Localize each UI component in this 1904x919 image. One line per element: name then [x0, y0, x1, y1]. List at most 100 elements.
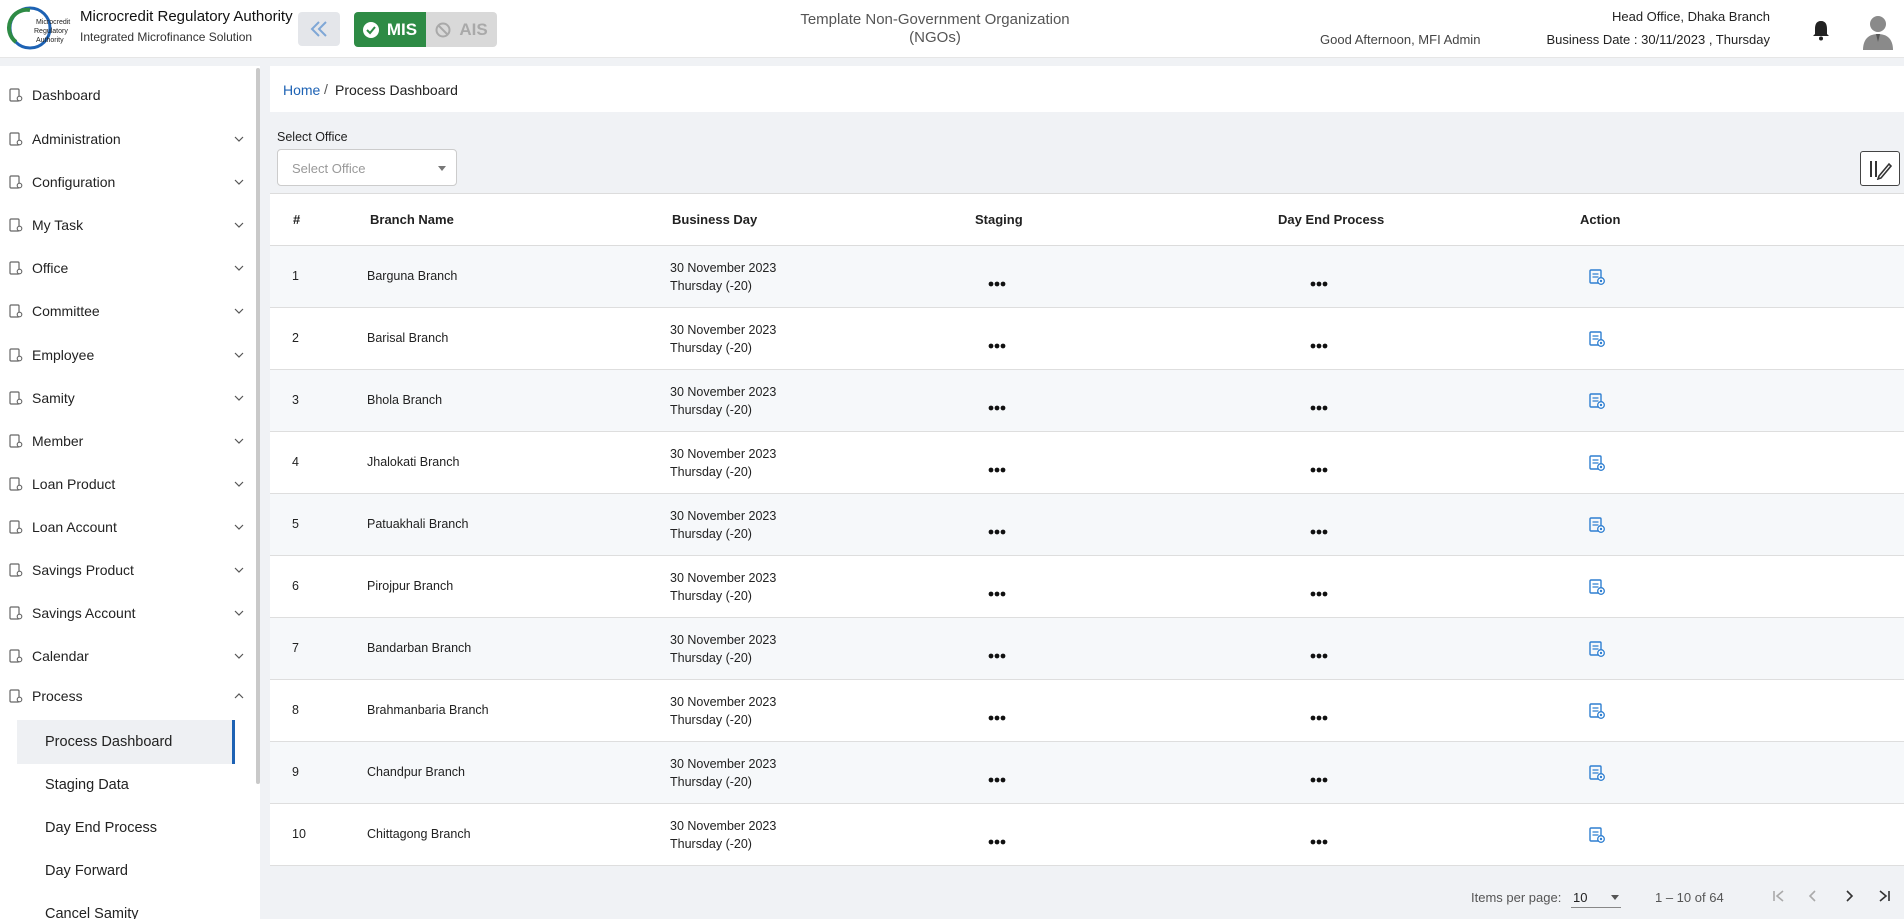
table-row: 3 Bhola Branch 30 November 2023 Thursday (-…: [270, 370, 1904, 432]
sidebar-scrollbar[interactable]: [256, 68, 260, 784]
select-office-dropdown[interactable]: Select Office: [277, 149, 457, 186]
breadcrumb-home-link[interactable]: Home: [283, 82, 320, 98]
sidebar-item-process[interactable]: Process: [0, 681, 250, 711]
day-end-status-dots-icon[interactable]: [1310, 460, 1328, 473]
view-details-icon[interactable]: [1588, 454, 1606, 472]
day-end-status-dots-icon[interactable]: [1310, 708, 1328, 721]
staging-status-dots-icon[interactable]: [988, 274, 1006, 287]
view-details-icon[interactable]: [1588, 826, 1606, 844]
sidebar-item-label: Configuration: [32, 174, 116, 190]
chevron-down-icon: [234, 308, 244, 314]
sidebar-item-administration[interactable]: Administration: [0, 124, 250, 154]
sidebar-subitem-label: Staging Data: [45, 777, 129, 793]
chevron-left-icon: [1808, 890, 1816, 902]
sidebar-item-committee[interactable]: Committee: [0, 296, 250, 326]
loan-product-icon: [9, 477, 23, 491]
sidebar-item-loan-account[interactable]: Loan Account: [0, 512, 250, 542]
last-page-icon: [1879, 890, 1890, 902]
view-details-icon[interactable]: [1588, 764, 1606, 782]
day-end-status-dots-icon[interactable]: [1310, 770, 1328, 783]
sidebar-item-member[interactable]: Member: [0, 426, 250, 456]
branch-name: Bhola Branch: [367, 393, 443, 407]
day-end-status-dots-icon[interactable]: [1310, 398, 1328, 411]
staging-status-dots-icon[interactable]: [988, 336, 1006, 349]
dropdown-caret-icon: [1611, 895, 1619, 900]
sidebar-item-label: Process: [32, 688, 83, 704]
config-icon: [9, 175, 23, 189]
first-page-button[interactable]: [1768, 885, 1790, 907]
collapse-sidebar-button[interactable]: [298, 12, 340, 46]
view-details-icon[interactable]: [1588, 640, 1606, 658]
table-row: 10 Chittagong Branch 30 November 2023 Thurs…: [270, 804, 1904, 866]
business-day-weekday: Thursday (-20): [670, 279, 752, 293]
view-details-icon[interactable]: [1588, 392, 1606, 410]
last-page-button[interactable]: [1873, 885, 1895, 907]
sidebar-item-label: Office: [32, 260, 69, 276]
sidebar-item-office[interactable]: Office: [0, 253, 250, 283]
sidebar-item-my-task[interactable]: My Task: [0, 210, 250, 240]
sidebar-item-dashboard[interactable]: Dashboard: [0, 80, 250, 110]
items-per-page-select[interactable]: 10: [1571, 888, 1621, 908]
sidebar-item-employee[interactable]: Employee: [0, 340, 250, 370]
sidebar-item-savings-account[interactable]: Savings Account: [0, 598, 250, 628]
view-details-icon[interactable]: [1588, 516, 1606, 534]
chevron-down-icon: [234, 481, 244, 487]
previous-page-button[interactable]: [1802, 885, 1824, 907]
sidebar-subitem-staging-data[interactable]: Staging Data: [17, 763, 235, 807]
branch-name: Pirojpur Branch: [367, 579, 454, 593]
row-number: 6: [292, 579, 299, 593]
items-per-page-label: Items per page:: [1471, 890, 1562, 905]
view-details-icon[interactable]: [1588, 578, 1606, 596]
staging-status-dots-icon[interactable]: [988, 646, 1006, 659]
sidebar-item-savings-product[interactable]: Savings Product: [0, 555, 250, 585]
business-day-weekday: Thursday (-20): [670, 713, 752, 727]
branch-name: Bandarban Branch: [367, 641, 472, 655]
sidebar-subitem-process-dashboard[interactable]: Process Dashboard: [17, 720, 235, 764]
sidebar-item-label: My Task: [32, 217, 84, 233]
sidebar-item-samity[interactable]: Samity: [0, 383, 250, 413]
staging-status-dots-icon[interactable]: [988, 770, 1006, 783]
breadcrumb: Home / Process Dashboard: [270, 66, 1904, 112]
sidebar-item-label: Savings Account: [32, 605, 136, 621]
sidebar-subitem-day-forward[interactable]: Day Forward: [17, 849, 235, 893]
block-icon: [435, 22, 451, 37]
business-day-weekday: Thursday (-20): [670, 651, 752, 665]
notification-bell-icon[interactable]: [1810, 18, 1832, 42]
staging-status-dots-icon[interactable]: [988, 584, 1006, 597]
staging-status-dots-icon[interactable]: [988, 522, 1006, 535]
next-page-button[interactable]: [1838, 885, 1860, 907]
user-avatar[interactable]: [1860, 12, 1896, 50]
column-settings-button[interactable]: [1860, 151, 1900, 186]
current-office: Head Office, Dhaka Branch: [1611, 9, 1770, 24]
day-end-status-dots-icon[interactable]: [1310, 832, 1328, 845]
branch-name: Jhalokati Branch: [367, 455, 460, 469]
sidebar-item-calendar[interactable]: Calendar: [0, 641, 250, 671]
staging-status-dots-icon[interactable]: [988, 832, 1006, 845]
sidebar-subitem-label: Process Dashboard: [45, 734, 173, 750]
paginator: Items per page: 10 1 – 10 of 64: [270, 868, 1904, 919]
committee-icon: [9, 304, 23, 318]
branch-name: Brahmanbaria Branch: [367, 703, 489, 717]
staging-status-dots-icon[interactable]: [988, 398, 1006, 411]
sidebar-item-loan-product[interactable]: Loan Product: [0, 469, 250, 499]
staging-status-dots-icon[interactable]: [988, 708, 1006, 721]
day-end-status-dots-icon[interactable]: [1310, 522, 1328, 535]
day-end-status-dots-icon[interactable]: [1310, 646, 1328, 659]
day-end-status-dots-icon[interactable]: [1310, 336, 1328, 349]
mis-toggle-button[interactable]: MIS: [354, 12, 426, 47]
ais-toggle-button[interactable]: AIS: [426, 12, 497, 47]
sidebar-subitem-day-end-process[interactable]: Day End Process: [17, 806, 235, 850]
view-details-icon[interactable]: [1588, 702, 1606, 720]
day-end-status-dots-icon[interactable]: [1310, 584, 1328, 597]
chevron-down-icon: [234, 222, 244, 228]
staging-status-dots-icon[interactable]: [988, 460, 1006, 473]
view-details-icon[interactable]: [1588, 268, 1606, 286]
business-day-weekday: Thursday (-20): [670, 589, 752, 603]
view-details-icon[interactable]: [1588, 330, 1606, 348]
admin-icon: [9, 132, 23, 146]
sidebar-item-configuration[interactable]: Configuration: [0, 167, 250, 197]
sidebar-subitem-cancel-samity[interactable]: Cancel Samity: [17, 892, 235, 919]
items-per-page-value: 10: [1573, 890, 1588, 905]
sidebar-item-label: Member: [32, 433, 84, 449]
day-end-status-dots-icon[interactable]: [1310, 274, 1328, 287]
